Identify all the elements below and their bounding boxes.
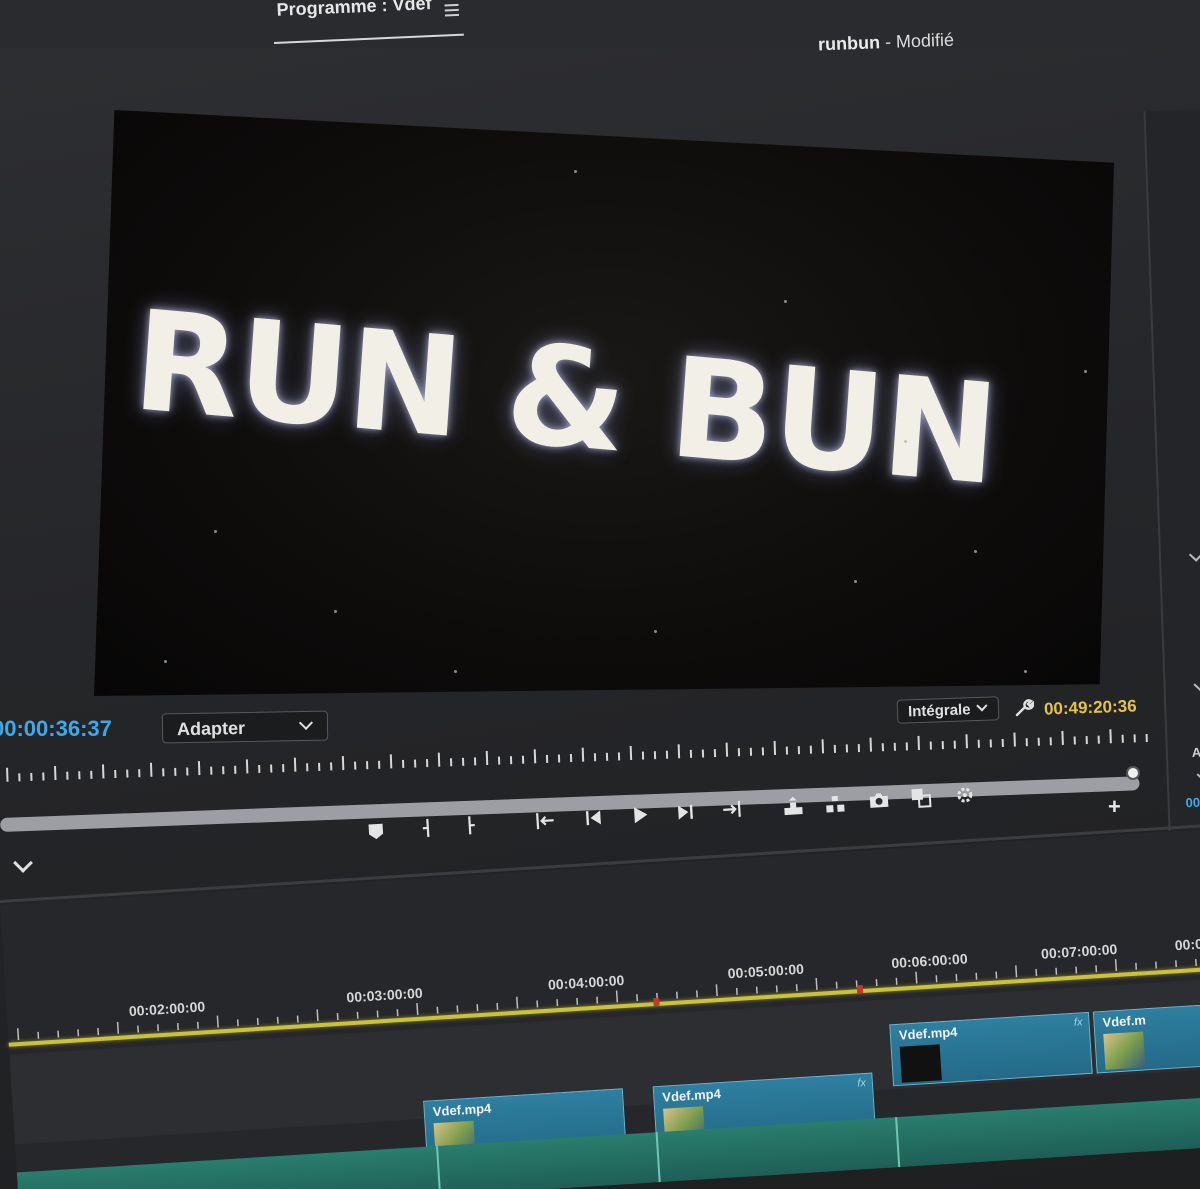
timeline-panel: 00:02:00:00 00:03:00:00 00:04:00:00 00:0…: [0, 827, 1200, 1189]
marker-icon[interactable]: [363, 818, 388, 843]
dust-speck: [164, 660, 167, 663]
timeline-tick: [1015, 965, 1018, 978]
scrubber-handle[interactable]: [1126, 766, 1140, 780]
timeline-tick: [316, 1009, 319, 1022]
side-timecode: 00: [1185, 794, 1200, 811]
program-video-preview[interactable]: RUN & BUN: [94, 110, 1114, 696]
premiere-app: Programme : Vdef runbun - Modifié Au 00 …: [0, 0, 1200, 1189]
project-title: runbun - Modifié: [818, 30, 955, 56]
timeline-tick: [116, 1021, 120, 1034]
project-status: - Modifié: [884, 29, 955, 53]
chevron-down-icon[interactable]: [1193, 677, 1200, 692]
step-forward-icon[interactable]: [673, 799, 698, 824]
fx-icon: fx: [856, 1076, 867, 1090]
timeline-tick: [815, 977, 818, 990]
dust-speck: [904, 440, 907, 443]
chevron-down-icon[interactable]: [1188, 547, 1200, 562]
fx-icon: fx: [1073, 1016, 1083, 1029]
timeline-tick: [715, 984, 718, 997]
dust-speck: [574, 170, 577, 173]
add-button-icon[interactable]: +: [1108, 794, 1121, 820]
time-label: 00:05:00:00: [727, 960, 805, 982]
lift-icon[interactable]: [780, 793, 805, 818]
audio-clip-edge: [435, 1145, 442, 1189]
side-panel: Au 00: [1143, 109, 1200, 831]
mark-in-icon[interactable]: [413, 815, 438, 840]
timeline-tick: [516, 996, 519, 1009]
compare-icon[interactable]: [908, 785, 933, 810]
dust-speck: [1084, 370, 1087, 373]
dust-speck: [654, 630, 657, 633]
time-label: 00:06:00:00: [890, 950, 969, 972]
menu-icon[interactable]: [444, 3, 460, 17]
timeline-tick: [615, 990, 619, 1003]
audio-clip-edge: [895, 1117, 901, 1168]
tab-label: Programme : Vdef: [276, 0, 432, 20]
chevron-down-icon[interactable]: [1196, 767, 1200, 782]
dust-speck: [334, 610, 337, 613]
project-name: runbun: [817, 32, 881, 55]
dust-speck: [454, 670, 457, 673]
timeline-tick: [17, 1028, 20, 1041]
dust-speck: [1024, 670, 1027, 673]
extract-icon[interactable]: [822, 790, 847, 815]
time-label: 00:03:00:00: [345, 984, 424, 1006]
timeline-tick: [1114, 959, 1118, 972]
timeline-marker[interactable]: [653, 997, 660, 1007]
step-back-icon[interactable]: [581, 805, 606, 830]
video-title-text: RUN & BUN: [128, 280, 1002, 517]
mark-out-icon[interactable]: [459, 813, 484, 838]
tab-program-monitor[interactable]: Programme : Vdef: [272, 0, 464, 44]
clip-name: Vdef.mp4: [432, 1100, 492, 1120]
chevron-down-icon[interactable]: [13, 853, 33, 873]
clip-name: Vdef.mp4: [661, 1086, 722, 1105]
panel-header: Programme : Vdef runbun - Modifié: [0, 0, 1200, 54]
camera-icon[interactable]: [866, 788, 891, 813]
side-label: Au: [1191, 744, 1200, 760]
timeline-tick: [915, 971, 918, 984]
clip-name: Vdef.mp4: [898, 1024, 958, 1043]
dust-speck: [784, 300, 787, 303]
go-to-in-icon[interactable]: [533, 808, 558, 833]
clip-name: Vdef.m: [1102, 1012, 1147, 1030]
timeline-tick: [216, 1015, 219, 1028]
dust-speck: [214, 530, 217, 533]
time-label: 00:08: [1174, 935, 1200, 954]
dust-speck: [974, 550, 977, 553]
timeline-marker[interactable]: [856, 984, 864, 994]
dust-speck: [854, 580, 857, 583]
play-icon[interactable]: [627, 802, 652, 827]
settings-icon[interactable]: [952, 782, 977, 807]
audio-clip-edge: [655, 1132, 661, 1183]
go-to-out-icon[interactable]: [719, 797, 744, 822]
timeline-tick: [416, 1002, 419, 1016]
